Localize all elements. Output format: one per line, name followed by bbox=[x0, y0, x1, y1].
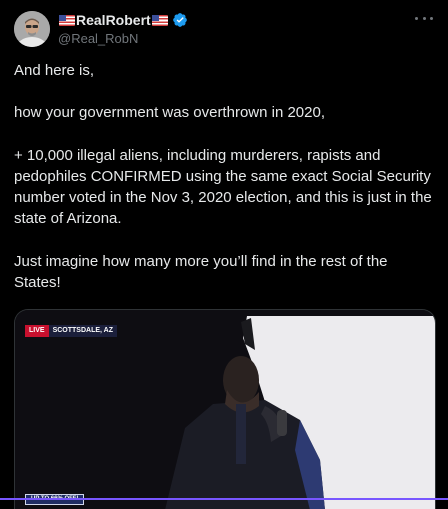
display-name-row[interactable]: RealRobert bbox=[58, 11, 418, 29]
more-options-icon[interactable] bbox=[412, 10, 436, 26]
verified-badge-icon bbox=[172, 12, 188, 28]
live-badge: LIVE bbox=[25, 325, 49, 337]
live-location: SCOTTSDALE, AZ bbox=[48, 325, 117, 337]
tweet-paragraph: Just imagine how many more you’ll find i… bbox=[14, 252, 388, 291]
display-name[interactable]: RealRobert bbox=[76, 12, 151, 28]
us-flag-icon bbox=[59, 14, 75, 26]
tweet-paragraph: how your government was overthrown in 20… bbox=[14, 104, 326, 122]
profile-photo bbox=[14, 11, 50, 47]
embedded-video[interactable]: LIVE SCOTTSDALE, AZ UP TO 66% OFF! bbox=[14, 309, 436, 509]
tweet-paragraph: And here is, bbox=[14, 62, 95, 79]
avatar[interactable] bbox=[14, 11, 50, 47]
video-frame bbox=[15, 310, 435, 509]
tweet-body: And here is, how your government was ove… bbox=[14, 60, 432, 314]
author-block: RealRobert @Real_RobN bbox=[58, 11, 418, 47]
author-handle[interactable]: @Real_RobN bbox=[58, 31, 418, 47]
live-banner: LIVE SCOTTSDALE, AZ bbox=[25, 325, 117, 337]
tweet-paragraph: + 10,000 illegal aliens, including murde… bbox=[14, 146, 432, 228]
us-flag-icon bbox=[151, 14, 168, 26]
tweet-card: RealRobert @Real_RobN And here is, how y… bbox=[0, 0, 448, 509]
